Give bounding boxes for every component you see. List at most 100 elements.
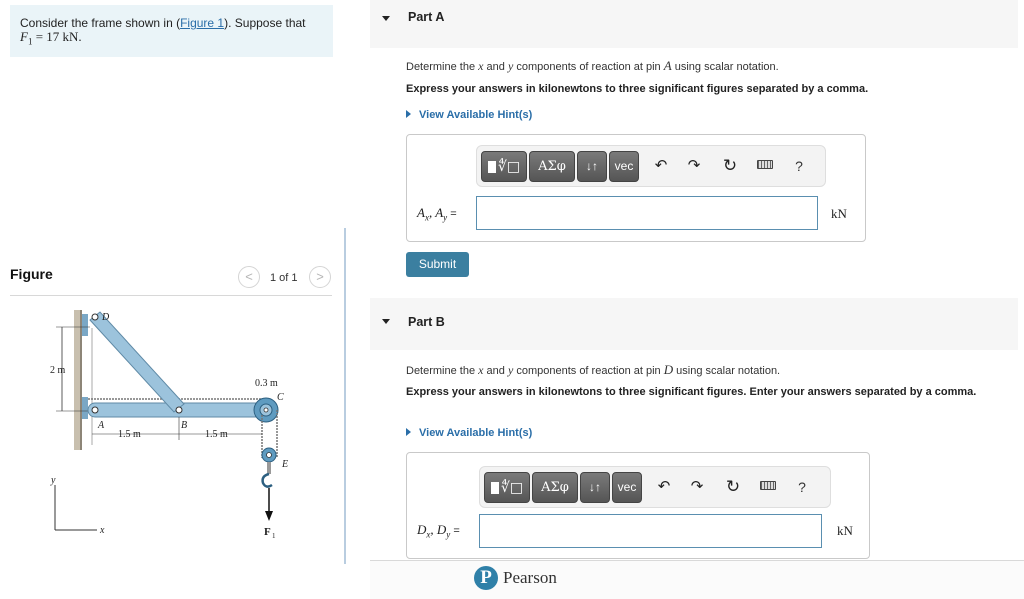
part-a-unit: kN xyxy=(831,206,847,221)
keyboard-button[interactable] xyxy=(753,154,777,178)
bracket-a xyxy=(82,397,88,419)
part-b-answer-input[interactable] xyxy=(479,514,822,548)
part-a-hint-link[interactable]: View Available Hint(s) xyxy=(406,109,532,121)
templates-button[interactable]: ∜□ xyxy=(484,472,530,503)
part-b-answer-box: ∜□ ΑΣφ ↓↑ vec ↶ ↷ ↻ ? Dx, Dy = kN xyxy=(406,452,870,559)
problem-statement: Consider the frame shown in (Figure 1). … xyxy=(10,5,333,57)
keyboard-button[interactable] xyxy=(756,475,780,499)
wall xyxy=(74,310,81,450)
figure-page-indicator: 1 of 1 xyxy=(270,272,298,284)
part-b-hint-link[interactable]: View Available Hint(s) xyxy=(406,427,532,439)
help-button[interactable]: ? xyxy=(790,475,814,499)
redo-icon[interactable]: ↷ xyxy=(682,154,706,178)
hint-label: View Available Hint(s) xyxy=(419,109,533,121)
caret-down-icon xyxy=(382,319,390,324)
keyboard-icon xyxy=(757,160,773,169)
part-b-question: Determine the x and y components of reac… xyxy=(406,362,780,378)
pin-name: A xyxy=(663,58,672,73)
greek-button[interactable]: ΑΣφ xyxy=(529,151,575,182)
hint-label: View Available Hint(s) xyxy=(419,427,533,439)
problem-after-link: ). Suppose that xyxy=(224,16,306,30)
keyboard-icon xyxy=(760,481,776,490)
templates-button[interactable]: ∜□ xyxy=(481,151,527,182)
label-radius: 0.3 m xyxy=(255,378,278,389)
part-a-answer-box: ∜□ ΑΣφ ↓↑ vec ↶ ↷ ↻ ? Ax, Ay = kN xyxy=(406,134,866,242)
label-b: B xyxy=(181,420,187,431)
math-toolbar: ∜□ ΑΣφ ↓↑ vec ↶ ↷ ↻ ? xyxy=(479,466,831,508)
part-a-submit-button[interactable]: Submit xyxy=(406,252,469,277)
panel-divider[interactable] xyxy=(344,228,346,564)
part-b-instruction: Express your answers in kilonewtons to t… xyxy=(406,386,977,398)
figure-link[interactable]: Figure 1 xyxy=(180,16,224,30)
hook xyxy=(261,472,273,488)
undo-icon[interactable]: ↶ xyxy=(649,154,673,178)
question-text: components of reaction at pin xyxy=(513,61,664,73)
question-text: components of reaction at pin xyxy=(513,365,664,377)
question-text: using scalar notation. xyxy=(671,61,779,73)
figure-prev-button[interactable]: < xyxy=(238,266,260,288)
pulley-e-pin xyxy=(266,452,272,458)
label-height: 2 m xyxy=(50,365,66,376)
pin-b xyxy=(175,406,183,414)
equals-sign: = xyxy=(450,525,460,537)
label-ab-length: 1.5 m xyxy=(118,429,141,440)
label-bc-length: 1.5 m xyxy=(205,429,228,440)
label-a: A xyxy=(97,420,105,431)
label-var: A xyxy=(417,205,425,220)
question-text: Determine the xyxy=(406,365,479,377)
vec-button[interactable]: vec xyxy=(612,472,642,503)
part-a-header[interactable]: Part A xyxy=(370,0,1018,48)
part-a-question: Determine the x and y components of reac… xyxy=(406,58,779,74)
pin-d xyxy=(91,313,99,321)
equals-sign: = xyxy=(447,208,457,220)
arrows-button[interactable]: ↓↑ xyxy=(580,472,610,503)
question-text: and xyxy=(483,365,508,377)
part-a-answer-input[interactable] xyxy=(476,196,818,230)
math-toolbar: ∜□ ΑΣφ ↓↑ vec ↶ ↷ ↻ ? xyxy=(476,145,826,187)
label-force-sub: 1 xyxy=(272,532,276,540)
label-sub: x xyxy=(426,529,431,540)
force-arrow-head xyxy=(265,511,273,521)
member-db xyxy=(89,311,185,413)
redo-icon[interactable]: ↷ xyxy=(685,475,709,499)
caret-right-icon xyxy=(406,110,411,118)
label-var: D xyxy=(417,522,427,537)
arrows-button[interactable]: ↓↑ xyxy=(577,151,607,182)
force-symbol: F xyxy=(20,29,28,44)
frame-figure: D A B C E 2 m 0.3 m 1.5 m 1.5 m y x F 1 xyxy=(50,310,288,540)
vec-button[interactable]: vec xyxy=(609,151,639,182)
figure-next-button[interactable]: > xyxy=(309,266,331,288)
bracket-d xyxy=(82,314,88,336)
reset-icon[interactable]: ↻ xyxy=(718,154,742,178)
question-text: Determine the xyxy=(406,61,479,73)
help-button[interactable]: ? xyxy=(787,154,811,178)
label-e: E xyxy=(281,459,288,470)
square-icon xyxy=(490,482,499,494)
part-a-instruction: Express your answers in kilonewtons to t… xyxy=(406,83,869,95)
caret-right-icon xyxy=(406,428,411,436)
greek-button[interactable]: ΑΣφ xyxy=(532,472,578,503)
left-panel: Consider the frame shown in (Figure 1). … xyxy=(0,0,345,565)
part-b-unit: kN xyxy=(837,523,853,538)
label-var: A xyxy=(435,205,444,220)
pearson-logo-icon: P xyxy=(474,566,498,590)
force-value: = 17 kN. xyxy=(32,29,82,44)
part-b-title: Part B xyxy=(408,315,445,329)
reset-icon[interactable]: ↻ xyxy=(721,475,745,499)
figure-header: Figure < 1 of 1 > xyxy=(10,262,332,296)
part-b-answer-label: Dx, Dy = xyxy=(417,522,460,540)
hook-shank xyxy=(267,462,271,474)
pin-name: D xyxy=(663,362,674,377)
label-sub: x xyxy=(424,212,429,223)
chevron-right-icon: > xyxy=(316,269,324,284)
chevron-left-icon: < xyxy=(245,269,253,284)
problem-intro: Consider the frame shown in ( xyxy=(20,16,181,30)
label-x-axis: x xyxy=(99,525,105,536)
square-icon xyxy=(487,161,496,173)
part-a-title: Part A xyxy=(408,10,445,24)
pulley-c-pin xyxy=(263,407,269,413)
part-b-header[interactable]: Part B xyxy=(370,298,1018,350)
pearson-brand: Pearson xyxy=(503,568,557,587)
undo-icon[interactable]: ↶ xyxy=(652,475,676,499)
footer: P Pearson xyxy=(370,560,1024,599)
